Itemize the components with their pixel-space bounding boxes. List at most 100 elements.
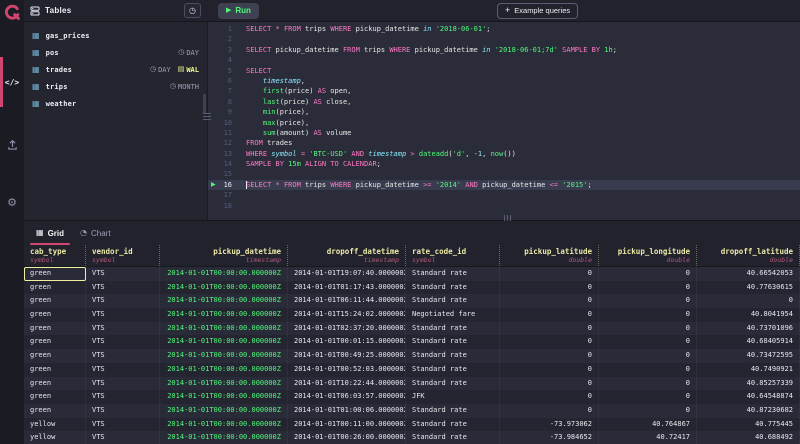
editor-line[interactable]: 7 first(price) AS open, <box>208 86 800 96</box>
grid-cell[interactable]: JFK <box>406 390 500 404</box>
editor-line[interactable]: ▶ 16 SELECT * FROM trips WHERE pickup_date… <box>208 179 800 191</box>
grid-cell[interactable]: green <box>24 267 86 281</box>
grid-cell[interactable]: 2014-01-01T00:00:00.000000Z <box>160 321 288 336</box>
grid-cell[interactable]: VTS <box>86 417 160 432</box>
editor-line[interactable]: 18 <box>208 201 800 211</box>
query-log-button[interactable]: ◷ <box>184 3 201 18</box>
grid-cell[interactable]: VTS <box>86 267 160 281</box>
grid-cell[interactable]: green <box>24 349 86 363</box>
grid-cell[interactable]: 2014-01-01T15:24:02.000000Z <box>288 308 406 322</box>
grid-cell[interactable]: 40.85257339 <box>697 376 800 391</box>
grid-cell[interactable]: Standard rate <box>406 403 500 418</box>
grid-cell[interactable]: 40.87230682 <box>697 403 800 418</box>
grid-cell[interactable]: 0 <box>500 376 599 391</box>
grid-cell[interactable]: 2014-01-01T00:00:00.000000Z <box>160 417 288 432</box>
grid-cell[interactable]: 0 <box>599 294 697 309</box>
grid-cell[interactable]: 0 <box>500 267 599 281</box>
editor-line[interactable]: 4 <box>208 55 800 65</box>
grid-cell[interactable]: VTS <box>86 431 160 444</box>
editor-line[interactable]: 14 SAMPLE BY 15m ALIGN TO CALENDAR; <box>208 159 800 169</box>
grid-cell[interactable]: 2014-01-01T10:22:44.000000Z <box>288 376 406 391</box>
grid-cell[interactable]: green <box>24 362 86 377</box>
editor-line[interactable]: 15 <box>208 169 800 179</box>
grid-cell[interactable]: 0 <box>599 308 697 322</box>
grid-cell[interactable]: Standard rate <box>406 335 500 350</box>
grid-cell[interactable]: 2014-01-01T00:00:00.000000Z <box>160 267 288 281</box>
grid-cell[interactable]: 2014-01-01T00:00:00.000000Z <box>160 431 288 444</box>
grid-cell[interactable]: yellow <box>24 417 86 432</box>
editor-line[interactable]: 12 FROM trades <box>208 138 800 148</box>
grid-cell[interactable]: 2014-01-01T00:00:00.000000Z <box>160 403 288 418</box>
grid-cell[interactable]: 2014-01-01T00:00:00.000000Z <box>160 362 288 377</box>
grid-cell[interactable]: 40.764867 <box>599 417 697 432</box>
grid-cell[interactable]: Negotiated fare <box>406 308 500 322</box>
grid-cell[interactable]: green <box>24 294 86 309</box>
grid-cell[interactable]: 40.77630615 <box>697 280 800 295</box>
grid-cell[interactable]: 2014-01-01T00:00:00.000000Z <box>160 280 288 295</box>
grid-cell[interactable]: 40.8041954 <box>697 308 800 322</box>
grid-cell[interactable]: green <box>24 308 86 322</box>
grid-cell[interactable]: 2014-01-01T00:00:00.000000Z <box>160 335 288 350</box>
results-splitter-handle[interactable] <box>504 215 511 221</box>
grid-cell[interactable]: green <box>24 321 86 336</box>
editor-line[interactable]: 3 SELECT pickup_datetime FROM trips WHERE… <box>208 45 800 55</box>
grid-cell[interactable]: VTS <box>86 403 160 418</box>
grid-cell[interactable]: VTS <box>86 280 160 295</box>
grid-cell[interactable]: 2014-01-01T06:11:44.000000Z <box>288 294 406 309</box>
console-nav-button[interactable]: </> <box>0 57 24 107</box>
grid-cell[interactable]: VTS <box>86 321 160 336</box>
grid-cell[interactable]: 2014-01-01T00:00:00.000000Z <box>160 376 288 391</box>
grid-cell[interactable]: 0 <box>500 280 599 295</box>
grid-cell[interactable]: Standard rate <box>406 431 500 444</box>
editor-line[interactable]: 17 <box>208 190 800 200</box>
grid-cell[interactable]: VTS <box>86 294 160 309</box>
grid-cell[interactable]: green <box>24 335 86 350</box>
tab-chart[interactable]: ◔ Chart <box>72 221 119 245</box>
grid-cell[interactable]: 0 <box>599 362 697 377</box>
grid-cell[interactable]: 2014-01-01T00:49:25.000000Z <box>288 349 406 363</box>
grid-cell[interactable]: 40.688492 <box>697 431 800 444</box>
grid-cell[interactable]: 40.64548874 <box>697 390 800 404</box>
editor-line[interactable]: 1 SELECT * FROM trips WHERE pickup_dateti… <box>208 24 800 34</box>
questdb-logo[interactable] <box>3 3 21 21</box>
grid-cell[interactable]: 0 <box>500 362 599 377</box>
grid-cell[interactable]: 0 <box>500 294 599 309</box>
grid-cell[interactable]: green <box>24 376 86 391</box>
grid-cell[interactable]: 40.73472595 <box>697 349 800 363</box>
grid-cell[interactable]: 0 <box>500 349 599 363</box>
grid-cell[interactable]: VTS <box>86 376 160 391</box>
tab-grid[interactable]: ▦ Grid <box>28 221 72 245</box>
grid-cell[interactable]: 2014-01-01T00:26:00.000000Z <box>288 431 406 444</box>
grid-cell[interactable]: 0 <box>599 349 697 363</box>
grid-cell[interactable]: 2014-01-01T00:00:00.000000Z <box>160 349 288 363</box>
editor-line[interactable]: 6 timestamp, <box>208 76 800 86</box>
grid-cell[interactable]: Standard rate <box>406 267 500 281</box>
editor-line[interactable]: 5 SELECT <box>208 66 800 76</box>
grid-cell[interactable]: Standard rate <box>406 349 500 363</box>
grid-cell[interactable]: 2014-01-01T00:11:00.000000Z <box>288 417 406 432</box>
table-list-item[interactable]: ▦ trades ◷ DAY ▤ WAL <box>24 61 207 78</box>
grid-cell[interactable]: 2014-01-01T00:01:15.000000Z <box>288 335 406 350</box>
table-list-item[interactable]: ▦ gas_prices <box>24 27 207 44</box>
grid-cell[interactable]: 0 <box>599 267 697 281</box>
grid-cell[interactable]: 2014-01-01T00:52:03.000000Z <box>288 362 406 377</box>
grid-cell[interactable]: Standard rate <box>406 280 500 295</box>
grid-cell[interactable]: Standard rate <box>406 376 500 391</box>
grid-cell[interactable]: 0 <box>599 335 697 350</box>
import-nav-button[interactable] <box>0 132 24 156</box>
grid-cell[interactable]: VTS <box>86 390 160 404</box>
grid-cell[interactable]: 2014-01-01T19:07:40.000000Z <box>288 267 406 281</box>
grid-cell[interactable]: VTS <box>86 362 160 377</box>
editor-line[interactable]: 8 last(price) AS close, <box>208 97 800 107</box>
grid-cell[interactable]: green <box>24 403 86 418</box>
grid-cell[interactable]: Standard rate <box>406 321 500 336</box>
grid-cell[interactable]: 2014-01-01T06:03:57.000000Z <box>288 390 406 404</box>
grid-cell[interactable]: VTS <box>86 335 160 350</box>
grid-cell[interactable]: 40.73701096 <box>697 321 800 336</box>
grid-cell[interactable]: 2014-01-01T02:37:20.000000Z <box>288 321 406 336</box>
grid-cell[interactable]: 0 <box>599 390 697 404</box>
grid-cell[interactable]: Standard rate <box>406 362 500 377</box>
run-button[interactable]: ▶ Run <box>218 2 259 19</box>
table-list-item[interactable]: ▦ trips ◷ MONTH <box>24 78 207 95</box>
editor-line[interactable]: 11 sum(amount) AS volume <box>208 128 800 138</box>
